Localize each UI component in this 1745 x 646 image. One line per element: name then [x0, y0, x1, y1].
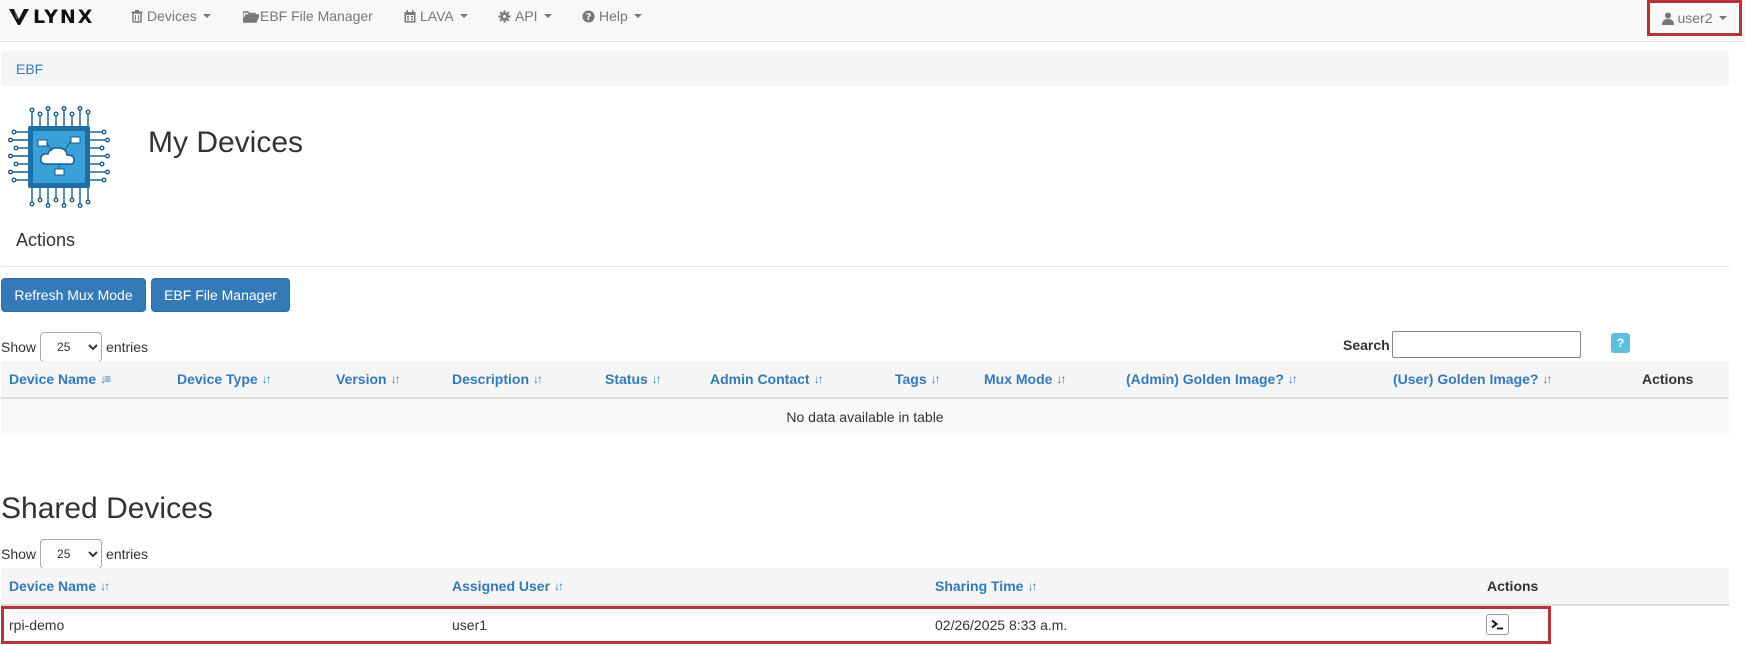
my-devices-length-control: Show 25 entries — [1, 332, 148, 362]
nav-api-label: API — [515, 8, 538, 24]
brand-logo[interactable]: LYNX — [8, 7, 94, 27]
nav-api-menu[interactable]: API — [498, 0, 552, 32]
table-row: rpi-demo user1 02/26/2025 8:33 a.m. — [1, 606, 1551, 644]
folder-open-icon — [243, 10, 259, 23]
column-label: Admin Contact — [710, 371, 810, 387]
page-size-select[interactable]: 25 — [40, 539, 103, 569]
nav-help-label: Help — [599, 8, 628, 24]
column-label: Version — [336, 371, 387, 387]
breadcrumb: EBF — [1, 51, 1729, 86]
column-description[interactable]: Description ↓↑ — [452, 361, 543, 397]
sort-icon: ↓↑ — [1542, 372, 1552, 386]
column-device-name[interactable]: Device Name ↓↑ — [9, 568, 110, 604]
actions-heading: Actions — [16, 230, 76, 250]
chevron-down-icon — [543, 14, 552, 18]
brand-name: LYNX — [33, 6, 95, 28]
column-label: Description — [452, 371, 530, 387]
column-label: Status — [605, 371, 648, 387]
refresh-mux-mode-button[interactable]: Refresh Mux Mode — [1, 278, 146, 312]
entries-label: entries — [106, 339, 149, 355]
sort-icon: ↓↑ — [390, 372, 401, 386]
search-input[interactable] — [1392, 331, 1581, 358]
shared-devices-table-header: Device Name ↓↑ Assigned User ↓↑ Sharing Ti… — [1, 568, 1729, 606]
breadcrumb-ebf-link[interactable]: EBF — [16, 61, 43, 77]
shared-devices-length-control: Show 25 entries — [1, 539, 148, 569]
svg-text:?: ? — [586, 12, 592, 23]
empty-table-message: No data available in table — [1, 399, 1729, 435]
nav-help-menu[interactable]: ? Help — [582, 0, 642, 32]
column-label: Device Name — [9, 371, 97, 387]
sort-icon: ↓↑ — [930, 372, 941, 386]
top-navbar: LYNX Devices EBF File Manager LAVA API ?… — [0, 0, 1745, 42]
sort-icon: ↓↑ — [1056, 372, 1066, 386]
column-label: Assigned User — [452, 578, 551, 594]
calendar-icon — [404, 9, 416, 22]
sort-icon: ↓↑ — [100, 579, 110, 593]
sort-icon: ↓↑ — [533, 372, 543, 386]
column-assigned-user[interactable]: Assigned User ↓↑ — [452, 568, 564, 604]
column-label: (User) Golden Image? — [1393, 371, 1539, 387]
lynx-logo-icon — [9, 9, 29, 25]
column-device-type[interactable]: Device Type ↓↑ — [177, 361, 272, 397]
chip-cloud-logo-icon — [8, 106, 110, 208]
search-label: Search — [1343, 337, 1390, 353]
page-size-select[interactable]: 25 — [40, 332, 103, 362]
column-label: Device Name — [9, 578, 97, 594]
nav-ebf-file-manager-link[interactable]: EBF File Manager — [243, 0, 373, 32]
column-admin-golden-image[interactable]: (Admin) Golden Image? ↓↑ — [1126, 361, 1298, 397]
sort-icon: ↓↑ — [1027, 579, 1037, 593]
column-label: (Admin) Golden Image? — [1126, 371, 1284, 387]
user-menu-label: user2 — [1677, 10, 1713, 26]
cell-assigned-user: user1 — [452, 617, 488, 633]
gear-icon — [498, 10, 511, 22]
chevron-down-icon — [633, 14, 642, 18]
ebf-file-manager-button[interactable]: EBF File Manager — [151, 278, 290, 312]
column-device-name[interactable]: Device Name ↓≡ — [9, 361, 111, 397]
show-label: Show — [1, 339, 37, 355]
my-devices-table-header: Device Name ↓≡ Device Type ↓↑ Version ↓↑ De… — [1, 361, 1729, 399]
column-mux-mode[interactable]: Mux Mode ↓↑ — [984, 361, 1066, 397]
help-button[interactable]: ? — [1611, 333, 1630, 353]
column-sharing-time[interactable]: Sharing Time ↓↑ — [935, 568, 1037, 604]
column-label: Tags — [895, 371, 927, 387]
cell-sharing-time: 02/26/2025 8:33 a.m. — [935, 617, 1068, 633]
page-title: My Devices — [148, 126, 304, 159]
sort-icon: ↓↑ — [1287, 372, 1298, 386]
chevron-down-icon — [459, 14, 468, 18]
column-label: Sharing Time — [935, 578, 1024, 594]
sort-asc-icon: ↓≡ — [100, 372, 111, 386]
open-terminal-button[interactable] — [1486, 614, 1509, 635]
chevron-down-icon — [202, 14, 211, 18]
trash-icon — [131, 9, 143, 23]
column-actions: Actions — [1642, 371, 1694, 387]
sort-icon: ↓↑ — [813, 372, 824, 386]
sort-icon: ↓↑ — [261, 372, 272, 386]
column-version[interactable]: Version ↓↑ — [336, 361, 401, 397]
question-circle-icon: ? — [582, 10, 595, 23]
shared-devices-title: Shared Devices — [1, 492, 213, 525]
column-admin-contact[interactable]: Admin Contact ↓↑ — [710, 361, 824, 397]
nav-devices-label: Devices — [147, 8, 197, 24]
divider — [1, 266, 1729, 267]
nav-lava-label: LAVA — [420, 8, 454, 24]
sort-icon: ↓↑ — [651, 372, 662, 386]
column-user-golden-image[interactable]: (User) Golden Image? ↓↑ — [1393, 361, 1552, 397]
user-icon — [1662, 12, 1675, 25]
column-label: Device Type — [177, 371, 258, 387]
entries-label: entries — [106, 546, 149, 562]
nav-ebf-file-manager-label: EBF File Manager — [260, 8, 373, 24]
column-actions: Actions — [1487, 578, 1539, 594]
show-label: Show — [1, 546, 37, 562]
user-menu[interactable]: user2 — [1647, 0, 1742, 36]
column-label: Mux Mode — [984, 371, 1053, 387]
column-status[interactable]: Status ↓↑ — [605, 361, 662, 397]
cell-device-name: rpi-demo — [9, 617, 65, 633]
column-tags[interactable]: Tags ↓↑ — [895, 361, 941, 397]
terminal-icon — [1491, 619, 1503, 630]
sort-icon: ↓↑ — [554, 579, 564, 593]
chevron-down-icon — [1718, 16, 1727, 20]
nav-devices-menu[interactable]: Devices — [131, 0, 211, 32]
nav-lava-menu[interactable]: LAVA — [404, 0, 468, 32]
